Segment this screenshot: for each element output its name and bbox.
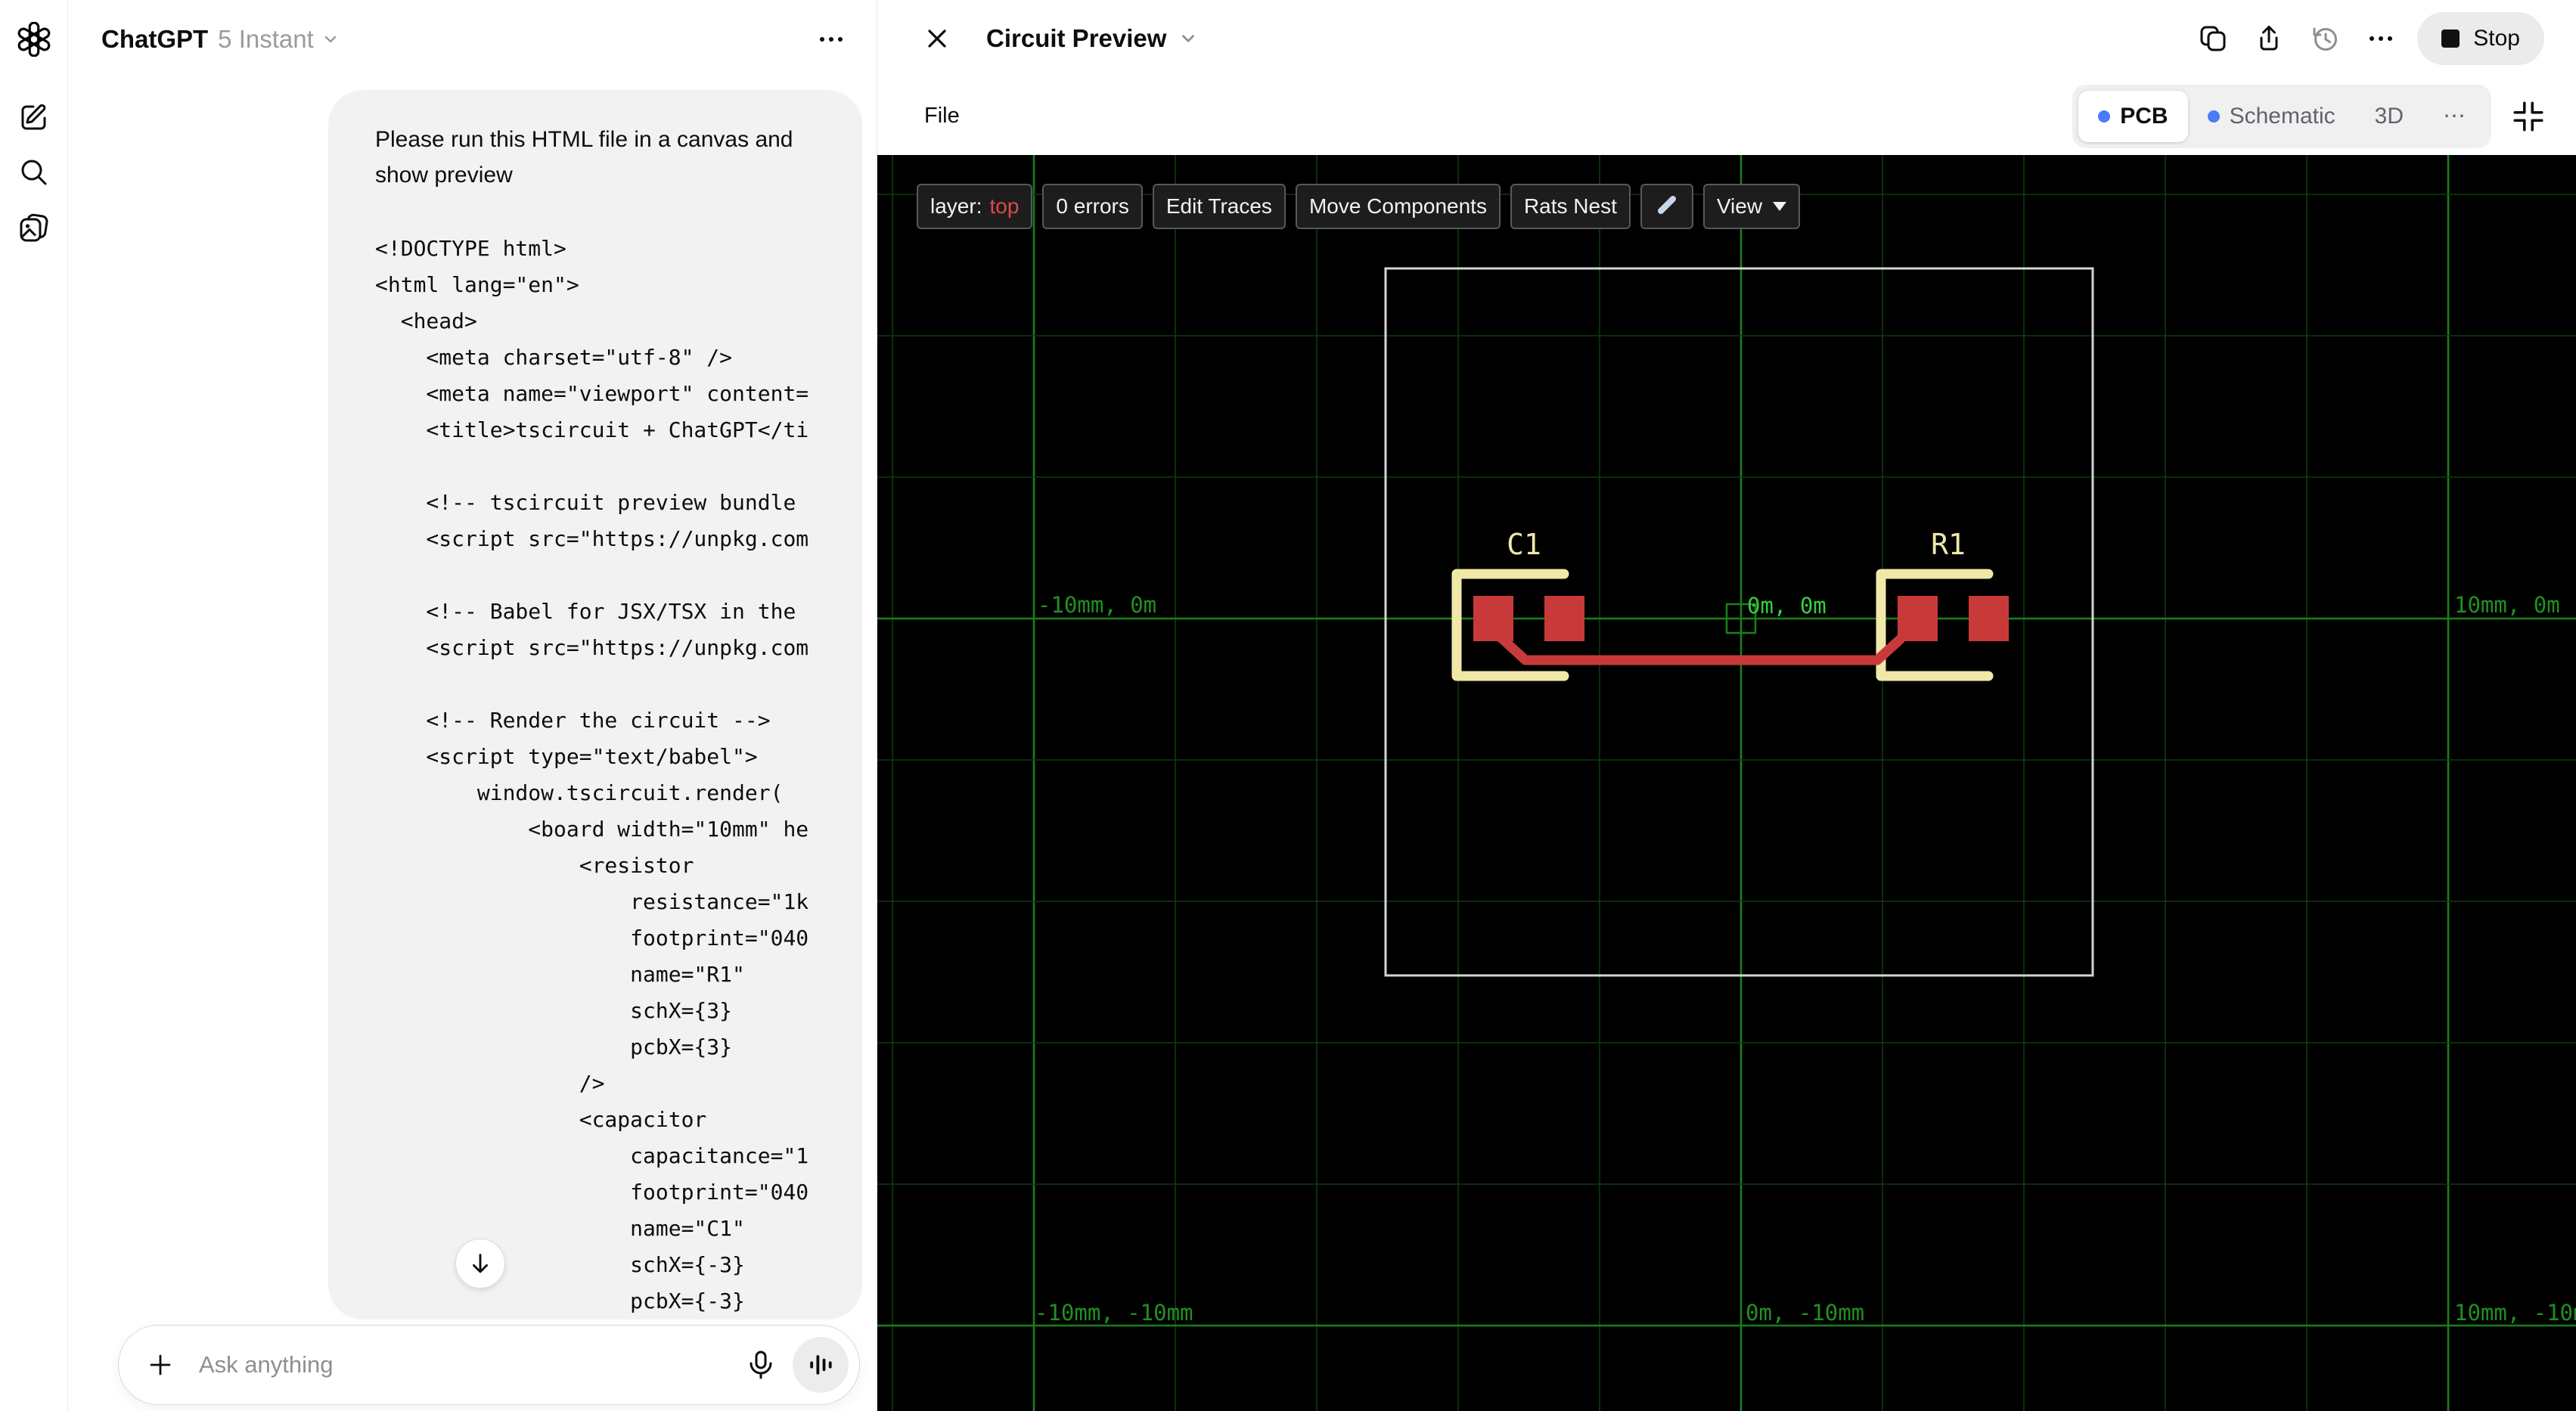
coord-label-left-bottom: -10mm, -10mm bbox=[1035, 1300, 1193, 1326]
stop-label: Stop bbox=[2473, 26, 2520, 51]
coord-label-left-mid: -10mm, 0m bbox=[1038, 592, 1156, 618]
rats-nest-label: Rats Nest bbox=[1523, 194, 1617, 218]
chevron-down-icon[interactable] bbox=[1177, 27, 1200, 50]
collapse-icon[interactable] bbox=[2511, 99, 2546, 134]
conversation-more-icon[interactable] bbox=[815, 23, 848, 56]
edit-traces-button[interactable]: Edit Traces bbox=[1152, 184, 1286, 229]
coord-label-origin: 0m, 0m bbox=[1747, 593, 1826, 619]
chevron-down-icon bbox=[324, 36, 337, 43]
tab-3d-label: 3D bbox=[2374, 103, 2404, 129]
arrow-down-icon bbox=[473, 1254, 488, 1273]
library-icon[interactable] bbox=[16, 210, 52, 247]
close-icon[interactable] bbox=[921, 23, 953, 54]
view-dropdown-button[interactable]: View bbox=[1702, 184, 1801, 229]
openai-logo[interactable] bbox=[16, 21, 52, 57]
stop-button[interactable]: Stop bbox=[2417, 12, 2544, 65]
pencil-icon bbox=[1657, 196, 1676, 214]
tab-schematic[interactable]: Schematic bbox=[2188, 91, 2355, 142]
tab-pcb[interactable]: PCB bbox=[2078, 90, 2188, 142]
r1-label: R1 bbox=[1931, 528, 1966, 561]
pcb-grid bbox=[877, 155, 2576, 1411]
chat-input[interactable] bbox=[197, 1351, 744, 1379]
errors-label: 0 errors bbox=[1056, 194, 1129, 218]
sidebar bbox=[0, 0, 68, 1411]
chat-app-title: ChatGPT bbox=[101, 25, 209, 53]
tab-more-label: ⋯ bbox=[2443, 104, 2466, 129]
scroll-to-bottom-button[interactable] bbox=[455, 1239, 505, 1289]
layer-value: top bbox=[989, 194, 1020, 218]
app-root: ChatGPT 5 Instant Please run this HTML f… bbox=[0, 0, 2576, 1411]
history-icon[interactable] bbox=[2308, 22, 2342, 55]
r1-pad-right[interactable] bbox=[1969, 596, 2009, 641]
canvas-panel: Circuit Preview Stop File PCB Schematic … bbox=[877, 0, 2576, 1411]
coord-label-center-bottom: 0m, -10mm bbox=[1746, 1300, 1864, 1326]
move-components-button[interactable]: Move Components bbox=[1295, 184, 1501, 229]
coord-label-right-bottom: 10mm, -10mm bbox=[2454, 1300, 2576, 1326]
openai-logo-glyph bbox=[17, 22, 50, 57]
move-components-label: Move Components bbox=[1308, 194, 1487, 218]
layer-button[interactable]: layer: top bbox=[917, 184, 1033, 229]
mic-icon[interactable] bbox=[744, 1348, 777, 1382]
view-tabs: PCB Schematic 3D ⋯ bbox=[2072, 84, 2491, 148]
composer bbox=[118, 1325, 860, 1405]
share-icon[interactable] bbox=[2252, 22, 2286, 55]
pcb-canvas[interactable]: C1 R1 -10mm, 0m 0m, 0m 10mm, 0m -10mm, -… bbox=[877, 155, 2576, 1411]
waveform-icon bbox=[810, 1355, 832, 1375]
code-block: <!DOCTYPE html> <html lang="en"> <head> … bbox=[375, 236, 809, 1313]
tab-3d[interactable]: 3D bbox=[2355, 91, 2423, 142]
layer-label: layer: bbox=[930, 194, 982, 218]
attach-plus-icon[interactable] bbox=[144, 1349, 176, 1381]
model-label: 5 Instant bbox=[218, 25, 314, 53]
tab-more[interactable]: ⋯ bbox=[2423, 91, 2485, 142]
model-selector[interactable]: 5 Instant bbox=[218, 25, 341, 54]
voice-mode-button[interactable] bbox=[793, 1337, 849, 1393]
errors-button[interactable]: 0 errors bbox=[1042, 184, 1143, 229]
more-options-icon[interactable] bbox=[2364, 22, 2398, 55]
canvas-subheader: File PCB Schematic 3D ⋯ bbox=[877, 77, 2576, 155]
pcb-svg: C1 R1 -10mm, 0m 0m, 0m 10mm, 0m -10mm, -… bbox=[877, 155, 2576, 1411]
pcb-toolbar: layer: top 0 errors Edit Traces Move Com… bbox=[917, 184, 1801, 229]
view-label: View bbox=[1716, 194, 1763, 218]
user-message-text: Please run this HTML file in a canvas an… bbox=[375, 127, 793, 188]
stop-square-icon bbox=[2441, 29, 2460, 48]
search-icon[interactable] bbox=[16, 154, 52, 191]
tab-schematic-label: Schematic bbox=[2229, 103, 2335, 129]
file-menu[interactable]: File bbox=[924, 104, 960, 129]
caret-down-icon bbox=[1773, 202, 1787, 211]
c1-label: C1 bbox=[1507, 528, 1541, 561]
coord-label-right-mid: 10mm, 0m bbox=[2454, 592, 2560, 618]
canvas-header: Circuit Preview Stop bbox=[877, 0, 2576, 77]
blue-dot-icon bbox=[2207, 110, 2220, 122]
new-chat-icon[interactable] bbox=[16, 98, 52, 135]
c1-pad-right[interactable] bbox=[1544, 596, 1584, 641]
c1-pad-left[interactable] bbox=[1473, 596, 1513, 641]
canvas-title[interactable]: Circuit Preview bbox=[986, 24, 1166, 53]
tab-pcb-label: PCB bbox=[2120, 103, 2168, 129]
rats-nest-button[interactable]: Rats Nest bbox=[1510, 184, 1631, 229]
chat-header: ChatGPT 5 Instant bbox=[68, 0, 877, 79]
blue-dot-icon bbox=[2098, 110, 2111, 122]
chat-column: ChatGPT 5 Instant Please run this HTML f… bbox=[68, 0, 877, 1411]
edit-traces-label: Edit Traces bbox=[1165, 194, 1272, 218]
r1-pad-left[interactable] bbox=[1898, 596, 1938, 641]
user-message-bubble: Please run this HTML file in a canvas an… bbox=[328, 90, 862, 1320]
copy-icon[interactable] bbox=[2196, 22, 2230, 55]
pencil-tool-button[interactable] bbox=[1640, 184, 1693, 229]
